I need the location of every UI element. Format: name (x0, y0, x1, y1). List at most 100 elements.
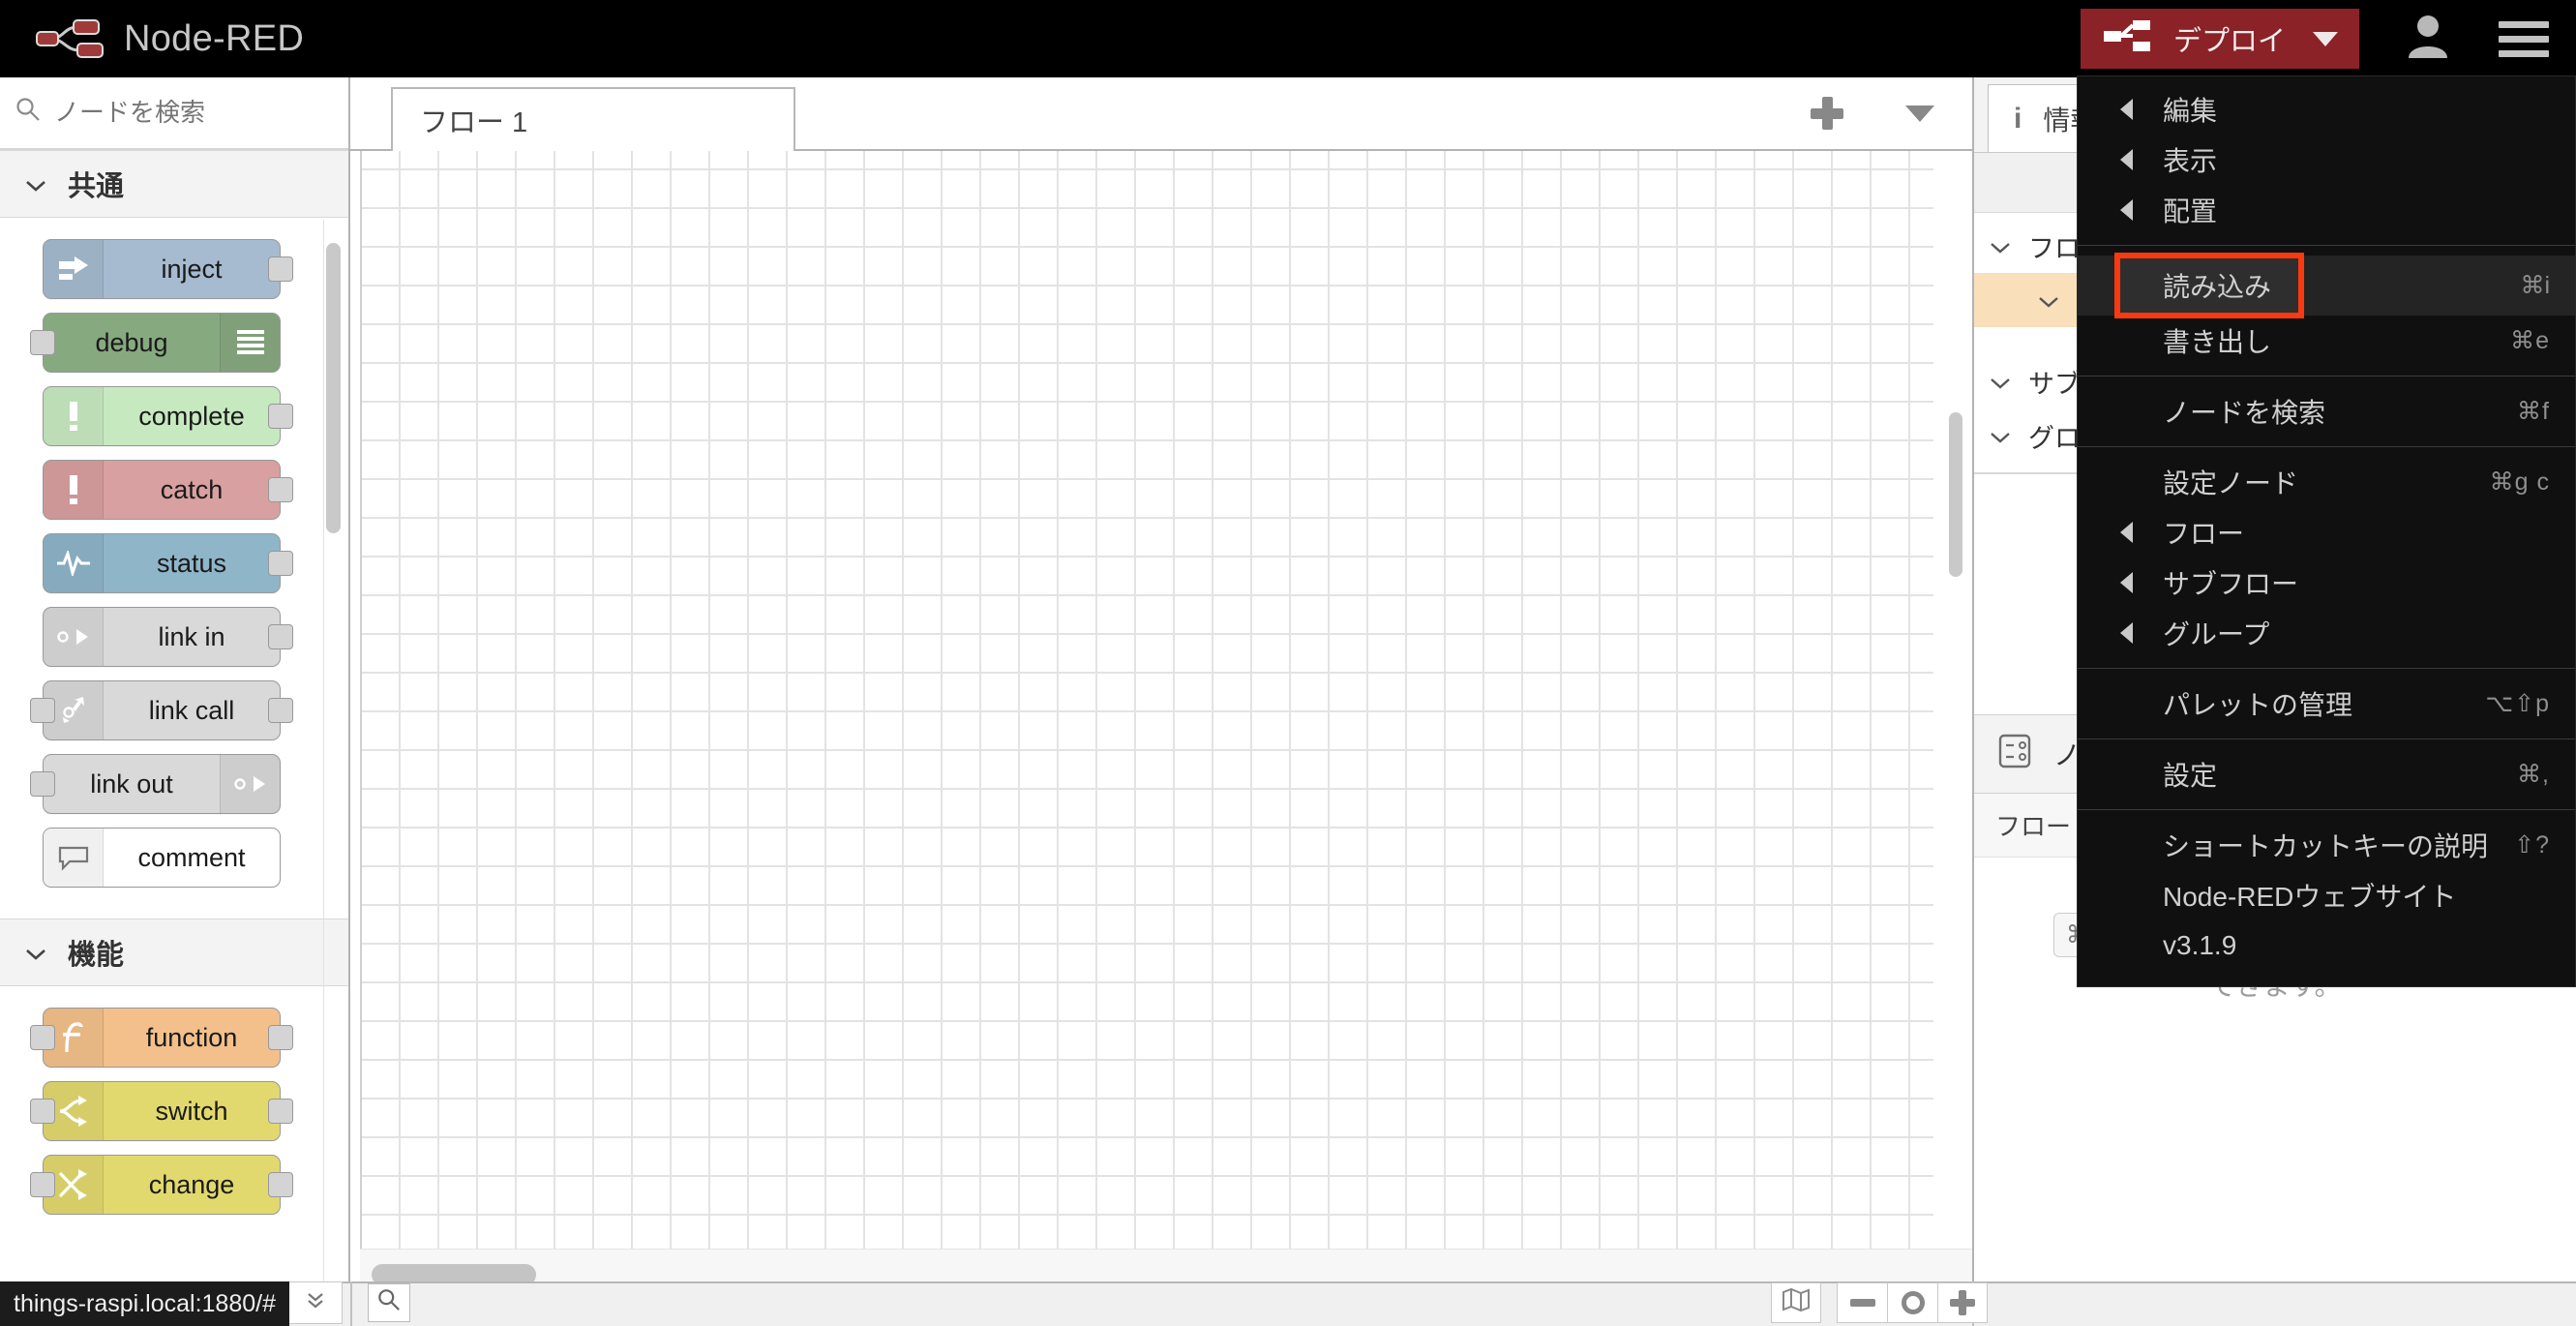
menu-separator (2078, 446, 2575, 447)
palette-node-debug[interactable]: debug (30, 313, 281, 373)
node-output-port (268, 1099, 293, 1124)
node-input-port (30, 1025, 55, 1050)
palette-collapse-button[interactable] (288, 1281, 343, 1324)
deploy-label: デプロイ (2172, 26, 2286, 57)
chevron-left-icon (2120, 199, 2133, 221)
user-icon (2407, 14, 2449, 65)
canvas-right-gutter (1933, 151, 1972, 1299)
node-output-port (268, 404, 293, 429)
palette-node-change[interactable]: change (30, 1155, 293, 1215)
palette-category-header[interactable]: 共通 (0, 150, 348, 218)
palette-node-complete[interactable]: complete (43, 386, 293, 446)
url-tooltip: things-raspi.local:1880/# (0, 1281, 289, 1326)
menu-separator (2078, 245, 2575, 246)
menu-item-accel: ⌘g c (2489, 468, 2550, 496)
hamburger-icon-bar (2499, 20, 2549, 28)
node-input-port (30, 330, 55, 355)
palette-category-header[interactable]: 機能 (0, 919, 348, 986)
canvas-container (350, 151, 1972, 1299)
zoom-out-button[interactable] (1837, 1282, 1887, 1323)
palette-node-function[interactable]: function (30, 1008, 293, 1068)
menu-item-import[interactable]: 読み込み (2114, 253, 2304, 318)
node-output-port (268, 624, 293, 649)
palette-node-link-call[interactable]: link call (30, 680, 293, 740)
menu-item-group[interactable]: グループ (2078, 608, 2575, 658)
menu-item-accel: ⌘, (2517, 761, 2550, 788)
flow-tab-1[interactable]: フロー 1 (391, 87, 795, 151)
menu-separator (2078, 376, 2575, 377)
hamburger-icon-bar (2499, 35, 2549, 43)
navigator-button[interactable] (1771, 1282, 1821, 1323)
pulse-icon (44, 534, 104, 592)
plus-icon (1811, 97, 1843, 130)
menu-item-export[interactable]: 書き出し ⌘e (2078, 316, 2575, 366)
canvas-vertical-scrollbar[interactable] (1949, 412, 1962, 577)
menu-item-settings[interactable]: 設定 ⌘, (2078, 749, 2575, 799)
palette-node-label: catch (160, 474, 224, 504)
node-output-port (268, 1172, 293, 1197)
palette-category-label: 共通 (68, 171, 125, 202)
palette-node-comment[interactable]: comment (43, 828, 281, 888)
menu-item-label: 書き出し (2163, 327, 2272, 357)
flow-list-button[interactable] (1873, 77, 1966, 149)
menu-item-label: 読み込み (2163, 272, 2272, 302)
add-flow-button[interactable] (1781, 77, 1873, 149)
menu-item-import-row[interactable]: 読み込み ⌘i (2078, 253, 2575, 318)
node-input-port (30, 771, 55, 797)
menu-item-version: v3.1.9 (2078, 920, 2575, 971)
node-input-port (30, 1099, 55, 1124)
link-out-icon (220, 755, 280, 813)
menu-item-label: ショートカットキーの説明 (2163, 831, 2489, 861)
menu-item-config-nodes[interactable]: 設定ノード ⌘g c (2078, 457, 2575, 507)
main-dropdown-menu: 編集 表示 配置 読み込み ⌘i 書き出し ⌘e ノードを検索 ⌘f 設定ノード… (2077, 75, 2576, 987)
palette-search[interactable] (0, 77, 348, 150)
flow-canvas[interactable] (360, 151, 1972, 1299)
chevron-down-icon[interactable] (2313, 31, 2338, 46)
palette-node-label: link out (90, 768, 173, 799)
menu-item-view[interactable]: 表示 (2078, 135, 2575, 185)
palette-node-inject[interactable]: inject (43, 239, 293, 299)
comment-icon (44, 829, 104, 887)
zoom-reset-button[interactable] (1887, 1282, 1937, 1323)
palette-node-status[interactable]: status (43, 533, 293, 593)
menu-item-search-nodes[interactable]: ノードを検索 ⌘f (2078, 386, 2575, 437)
palette-node-catch[interactable]: catch (43, 460, 293, 520)
menu-item-label: パレットの管理 (2163, 690, 2353, 720)
chevron-double-down-icon (305, 1289, 326, 1317)
node-output-port (268, 477, 293, 502)
palette-scroll-area: 共通 inject debug complete catch status li… (0, 150, 348, 1299)
menu-item-website[interactable]: Node-REDウェブサイト (2078, 870, 2575, 920)
plus-icon (1950, 1290, 1975, 1315)
menu-item-accel: ⌘e (2510, 327, 2550, 354)
exclamation-icon (44, 461, 104, 519)
deploy-button[interactable]: デプロイ (2080, 9, 2359, 69)
palette-node-switch[interactable]: switch (30, 1081, 293, 1141)
palette-node-label: complete (138, 401, 245, 431)
palette-scrollbar-thumb[interactable] (326, 243, 341, 533)
search-input[interactable] (54, 98, 333, 128)
menu-item-keyboard-shortcuts[interactable]: ショートカットキーの説明 ⇧? (2078, 820, 2575, 870)
palette-node-label: debug (95, 327, 168, 357)
chevron-left-icon (2120, 99, 2133, 120)
link-in-icon (44, 608, 104, 666)
palette-node-link-out[interactable]: link out (30, 754, 281, 814)
chevron-down-icon (1990, 231, 2011, 261)
palette-category-label: 機能 (68, 940, 125, 971)
main-menu-button[interactable] (2471, 20, 2576, 57)
palette-node-link-in[interactable]: link in (43, 607, 293, 667)
search-icon (15, 97, 41, 129)
canvas-search-button[interactable] (368, 1283, 410, 1322)
menu-item-manage-palette[interactable]: パレットの管理 ⌥⇧p (2078, 678, 2575, 729)
palette-node-label: status (156, 548, 227, 578)
zoom-in-button[interactable] (1937, 1282, 1988, 1323)
brand: Node-RED (35, 18, 304, 60)
chevron-down-icon (1990, 367, 2011, 397)
flow-icon (1997, 733, 2032, 776)
menu-item-subflow[interactable]: サブフロー (2078, 558, 2575, 608)
menu-item-edit[interactable]: 編集 (2078, 84, 2575, 135)
menu-item-arrange[interactable]: 配置 (2078, 185, 2575, 235)
user-menu-button[interactable] (2384, 14, 2471, 65)
menu-item-label: グループ (2163, 619, 2270, 649)
menu-item-flow[interactable]: フロー (2078, 507, 2575, 558)
menu-item-label: フロー (2163, 519, 2245, 549)
